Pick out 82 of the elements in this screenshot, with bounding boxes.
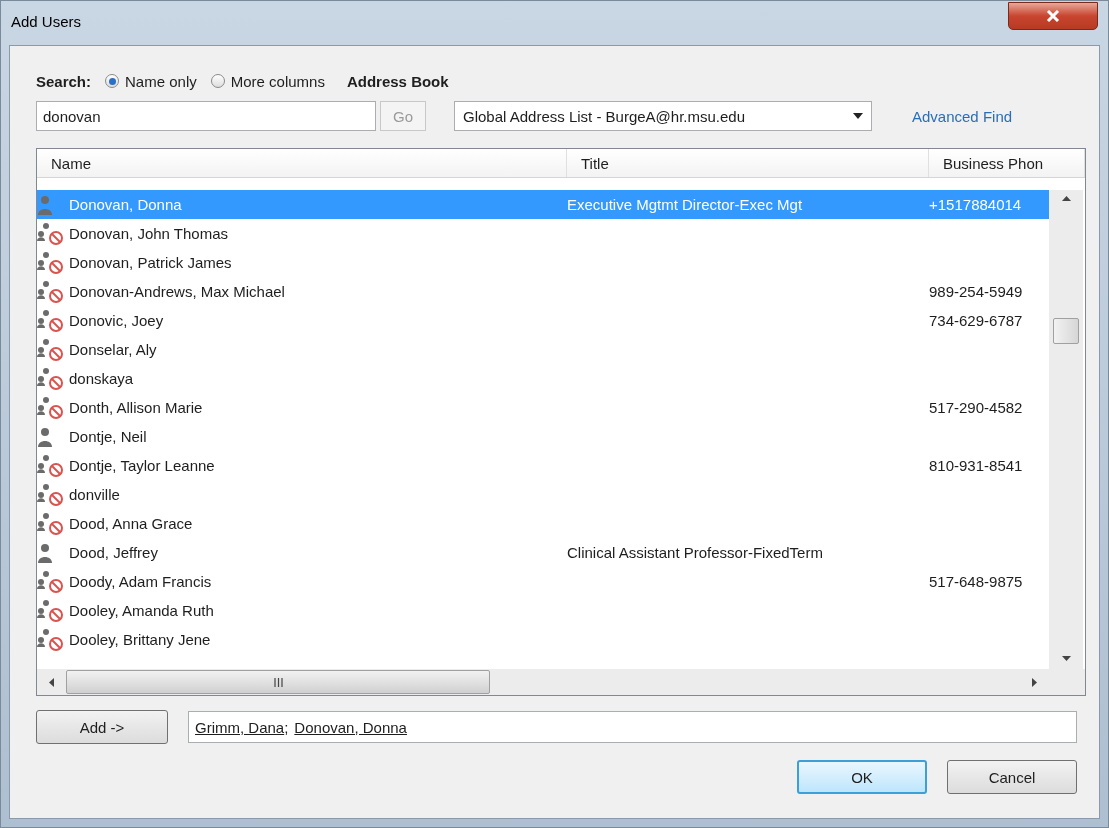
phone-cell: 517-648-9875 [929,573,1023,590]
user-row[interactable]: donville [37,480,1049,509]
title-cell: Executive Mgtmt Director-Exec Mgt [567,196,803,213]
person-icon [37,425,53,448]
user-row[interactable]: Donovan, Patrick James [37,248,1049,277]
user-row[interactable]: Donovan-Andrews, Max Michael 989-254-5949 [37,277,1049,306]
name-cell: Donovic, Joey [69,312,164,329]
column-header[interactable]: Name [37,149,567,177]
user-row[interactable]: Dooley, Brittany Jene [37,625,1049,654]
user-row[interactable]: Dood, Jeffrey Clinical Assistant Professor-FixedTerm [37,538,1049,567]
name-cell: Doody, Adam Francis [69,573,212,590]
user-row[interactable]: Dood, Anna Grace [37,509,1049,538]
search-field[interactable]: donovan [36,101,376,131]
name-cell: Dood, Anna Grace [69,515,193,532]
user-row[interactable]: Donovan, John Thomas [37,219,1049,248]
add-button[interactable]: Add -> [36,710,168,744]
scroll-down-icon[interactable] [1061,656,1071,661]
user-row[interactable]: Dontje, Taylor Leanne 810-931-8541 [37,451,1049,480]
scrollbar-thumb[interactable] [1053,318,1079,344]
address-book-label: Address Book [346,72,449,90]
user-row[interactable]: Donovic, Joey 734-629-6787 [37,306,1049,335]
blocked-user-icon [37,627,65,652]
name-cell: Dooley, Brittany Jene [69,631,211,648]
blocked-user-icon [37,366,65,391]
blocked-user-icon [37,221,65,246]
scrollbar-thumb[interactable] [66,670,490,694]
phone-cell: 989-254-5949 [929,283,1023,300]
person-icon [37,193,53,216]
radio-option[interactable]: More columns [210,72,325,90]
user-row[interactable]: Dontje, Neil [37,422,1049,451]
dropdown-arrow-icon [853,113,863,119]
grip-icon [273,677,283,687]
added-users-field[interactable]: Grimm, Dana; Donovan, Donna [188,711,1077,743]
address-book-dropdown[interactable]: Global Address List - BurgeA@hr.msu.edu [454,101,872,131]
dialog-button[interactable]: Cancel [947,760,1077,794]
blocked-user-icon [37,569,65,594]
window-title: Add Users [11,12,82,30]
added-user-link[interactable]: Donovan, Donna [294,718,407,736]
separator: ; [284,718,289,736]
scroll-left-icon[interactable] [49,677,54,687]
blocked-user-icon [37,598,65,623]
search-label: Search: [36,72,92,90]
phone-cell: 734-629-6787 [929,312,1023,329]
name-cell: Donovan-Andrews, Max Michael [69,283,285,300]
user-row[interactable]: Dooley, Amanda Ruth [37,596,1049,625]
name-cell: Donovan, Patrick James [69,254,232,271]
user-row[interactable]: Donth, Allison Marie 517-290-4582 [37,393,1049,422]
phone-cell: 517-290-4582 [929,399,1023,416]
blocked-user-icon [37,482,65,507]
name-cell: Dooley, Amanda Ruth [69,602,214,619]
title-cell: Clinical Assistant Professor-FixedTerm [567,544,823,561]
user-row[interactable]: donskaya [37,364,1049,393]
blocked-user-icon [37,308,65,333]
name-cell: donville [69,486,120,503]
scroll-right-icon[interactable] [1032,677,1037,687]
scroll-up-icon[interactable] [1061,196,1071,201]
person-icon [37,541,53,564]
blocked-user-icon [37,453,65,478]
name-cell: Dontje, Neil [69,428,147,445]
phone-cell: 810-931-8541 [929,457,1023,474]
close-button[interactable] [1008,2,1098,30]
column-header[interactable]: Title [567,149,929,177]
name-cell: Donovan, Donna [69,196,182,213]
user-row[interactable]: Donselar, Aly [37,335,1049,364]
blocked-user-icon [37,279,65,304]
blocked-user-icon [37,511,65,536]
close-icon [1046,10,1060,22]
name-cell: Donovan, John Thomas [69,225,228,242]
column-header[interactable]: Business Phon [929,149,1085,177]
blocked-user-icon [37,337,65,362]
phone-cell: +1517884014 [929,196,1022,213]
name-cell: Dontje, Taylor Leanne [69,457,215,474]
name-cell: Donselar, Aly [69,341,157,358]
user-row[interactable]: Doody, Adam Francis 517-648-9875 [37,567,1049,596]
blocked-user-icon [37,250,65,275]
name-cell: Dood, Jeffrey [69,544,158,561]
name-cell: donskaya [69,370,134,387]
blocked-user-icon [37,395,65,420]
dialog-button[interactable]: OK [797,760,927,794]
advanced-find-link[interactable]: Advanced Find [912,107,1013,125]
radio-option[interactable]: Name only [105,72,197,90]
name-cell: Donth, Allison Marie [69,399,203,416]
